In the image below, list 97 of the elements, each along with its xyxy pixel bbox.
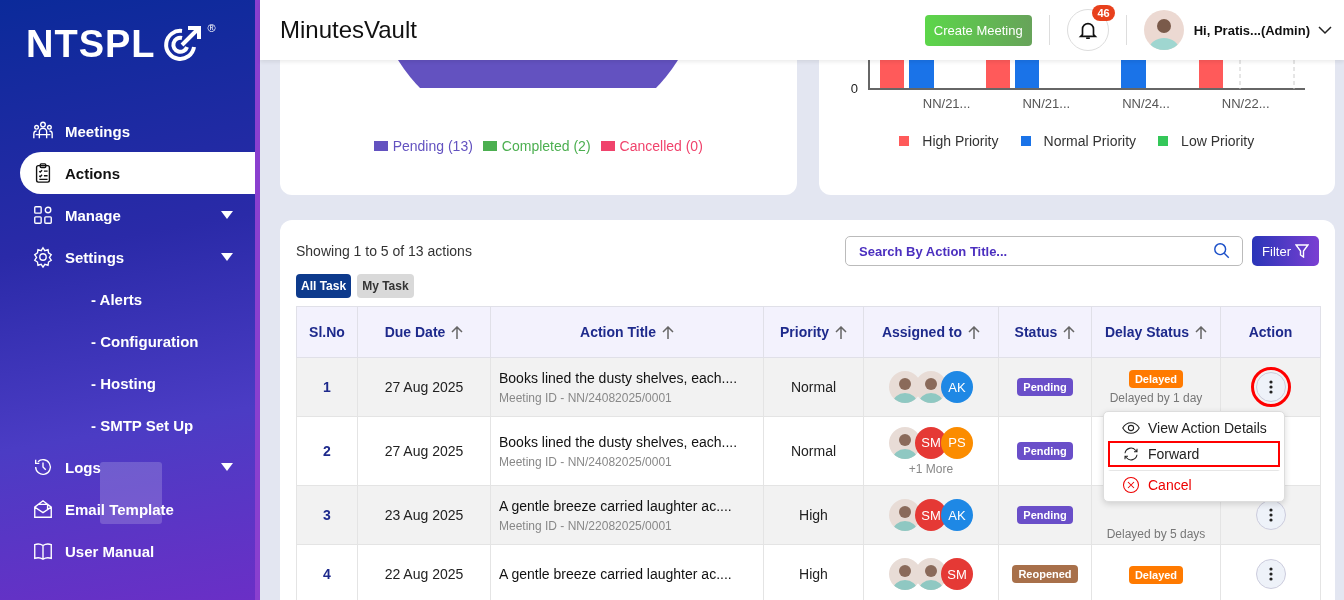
kebab-menu-icon [1268,508,1273,522]
legend-label: Cancelled (0) [619,138,703,154]
row-number: 1 [323,379,331,395]
priority-text: High [799,507,828,523]
column-header[interactable]: Priority [780,324,829,340]
row-number: 4 [323,566,331,582]
sidebar-subitem[interactable]: - Hosting [0,362,255,404]
chevron-down-icon[interactable] [1318,25,1332,35]
legend-label: Low Priority [1181,133,1255,149]
notification-count: 46 [1092,5,1115,21]
delay-badge: Delayed [1128,565,1184,584]
axis-label: NN/21... [1022,96,1071,111]
meeting-id: Meeting ID - NN/22082025/0001 [499,518,673,533]
more-assignees-text: +1 More [907,461,955,476]
book-icon [32,540,54,562]
legend-label: Normal Priority [1043,133,1137,149]
action-title: A gentle breeze carried laughter ac.... [499,566,733,582]
sort-arrow-icon[interactable] [662,325,674,339]
history-icon [32,456,54,478]
sort-arrow-icon[interactable] [1195,325,1207,339]
filter-button[interactable]: Filter [1252,236,1319,266]
avatar-initials: PS [941,426,973,459]
mail-icon [32,498,54,520]
axis-label: NN/24... [1122,96,1170,111]
app-title: MinutesVault [280,16,418,44]
cancel-icon [1122,476,1140,494]
due-date: 27 Aug 2025 [384,379,464,395]
sidebar-item[interactable]: Manage [0,194,255,236]
sidebar-subitem[interactable]: - SMTP Set Up [0,404,255,446]
kebab-menu-icon [1268,380,1273,394]
status-badge: Pending [1017,506,1073,524]
column-header: Action [1248,324,1293,340]
column-header[interactable]: Due Date [384,324,446,340]
due-date: 27 Aug 2025 [384,443,464,459]
column-header[interactable]: Status [1014,324,1058,340]
action-title: A gentle breeze carried laughter ac.... [499,497,733,514]
avatar-initials: AK [941,371,973,403]
sort-arrow-icon[interactable] [1063,325,1076,339]
sort-arrow-icon[interactable] [835,325,847,339]
delay-text: Delayed by 5 days [1105,527,1207,541]
filter-icon [1295,244,1309,258]
column-header: Sl.No [309,324,345,340]
avatar-initials: SM [941,558,973,590]
refresh-icon [1122,445,1140,463]
action-title: Books lined the dusty shelves, each.... [499,369,739,386]
priority-text: Normal [790,379,837,395]
results-summary: Showing 1 to 5 of 13 actions [296,243,473,259]
row-number: 2 [323,443,331,459]
grid-icon [32,204,54,226]
due-date: 22 Aug 2025 [384,566,464,582]
delay-text: Delayed by 1 day [1108,391,1204,405]
search-field[interactable]: Search By Action Title... [845,236,1244,266]
status-badge: Reopened [1012,565,1078,583]
legend-label: High Priority [922,133,999,149]
due-date: 23 Aug 2025 [384,507,464,523]
sidebar-subitem[interactable]: - Configuration [0,320,255,362]
task-tab[interactable]: All Task [296,274,352,298]
eye-icon [1122,419,1140,437]
priority-text: Normal [790,443,837,459]
column-header[interactable]: Assigned to [881,324,963,340]
menu-item[interactable]: Forward [1108,441,1280,467]
more-options-button[interactable] [1255,559,1286,589]
sidebar-item[interactable]: Meetings [0,110,255,152]
avatar-initials: AK [941,499,973,531]
user-name[interactable]: Hi, Pratis...(Admin) [1193,22,1310,38]
menu-item[interactable]: Cancel [1108,470,1280,498]
priority-text: High [799,566,828,582]
sidebar-item[interactable]: Logs [0,446,255,488]
status-badge: Pending [1017,378,1073,396]
delay-badge: Delayed [1128,370,1184,388]
more-options-button[interactable] [1255,500,1286,530]
axis-label: NN/22... [1221,96,1270,111]
legend-label: Pending (13) [392,138,473,154]
axis-tick-label: 0 [850,81,859,96]
menu-item[interactable]: View Action Details [1108,415,1280,441]
action-title: Books lined the dusty shelves, each.... [499,433,739,450]
kebab-menu-icon [1268,567,1273,581]
sort-arrow-icon[interactable] [968,325,981,339]
sidebar-item[interactable]: Settings [0,236,255,278]
registered-mark: ® [207,22,216,34]
meeting-id: Meeting ID - NN/24082025/0001 [499,390,673,405]
notification-button[interactable] [1066,9,1109,51]
sidebar-subitem[interactable]: - Alerts [0,278,255,320]
settings-icon [32,246,54,268]
row-number: 3 [323,507,331,523]
task-tab[interactable]: My Task [357,274,414,298]
user-avatar[interactable] [1143,10,1184,50]
status-badge: Pending [1017,442,1073,460]
column-header[interactable]: Action Title [580,324,656,340]
legend-label: Completed (2) [501,138,591,154]
sidebar-item[interactable]: Email Template [0,488,255,530]
axis-label: NN/21... [922,96,971,111]
meeting-id: Meeting ID - NN/24082025/0001 [499,454,673,469]
logo-text: NTSPL [26,22,156,66]
sort-arrow-icon[interactable] [451,325,464,339]
sidebar-item[interactable]: User Manual [0,530,255,572]
sidebar-item[interactable]: Actions [20,152,255,194]
